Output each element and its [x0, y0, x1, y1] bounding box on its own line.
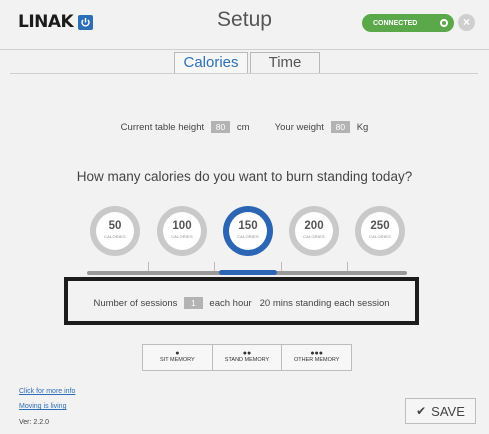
sit-memory-button[interactable]: ● SIT MEMORY: [143, 345, 213, 370]
height-unit: cm: [236, 122, 250, 133]
save-button[interactable]: ✔ SAVE: [405, 398, 476, 424]
slider-tick: [148, 262, 149, 271]
weight-unit: Kg: [356, 122, 369, 133]
stand-memory-button[interactable]: ●● STAND MEMORY: [213, 345, 283, 370]
sessions-row: Number of sessions 1 each hour 20 mins s…: [68, 297, 415, 309]
moving-is-living-link[interactable]: Moving is living: [19, 403, 66, 410]
calorie-unit: CALORIES: [237, 234, 259, 239]
calorie-option-50[interactable]: 50 CALORIES: [90, 206, 140, 256]
sessions-panel: Number of sessions 1 each hour 20 mins s…: [64, 277, 419, 325]
height-input[interactable]: 80: [210, 121, 231, 133]
status-badge-label: CONNECTED: [373, 19, 418, 27]
check-icon: ✔: [416, 404, 427, 418]
other-memory-button[interactable]: ●●● OTHER MEMORY: [282, 345, 351, 370]
slider-tick: [347, 262, 348, 271]
memory-label: STAND MEMORY: [224, 357, 270, 363]
version-label: Ver: 2.2.0: [19, 419, 49, 426]
tab-divider: [10, 73, 478, 74]
calories-question: How many calories do you want to burn st…: [76, 169, 413, 184]
save-label: SAVE: [431, 403, 465, 419]
status-badge: CONNECTED: [362, 14, 454, 32]
tab-time[interactable]: Time: [250, 52, 320, 74]
connected-dot-icon: [440, 19, 448, 27]
close-icon[interactable]: ×: [458, 14, 475, 31]
calorie-unit: CALORIES: [104, 234, 126, 239]
header: LINAK Setup CONNECTED ×: [0, 0, 489, 50]
measurements-row: Current table height 80 cm Your weight 8…: [0, 121, 489, 133]
sessions-detail: 20 mins standing each session: [259, 298, 390, 309]
sessions-label: Number of sessions: [93, 298, 178, 309]
calorie-value: 50: [108, 220, 122, 232]
more-info-link[interactable]: Click for more info: [19, 388, 75, 395]
calorie-unit: CALORIES: [369, 234, 391, 239]
weight-input[interactable]: 80: [330, 121, 351, 133]
weight-label: Your weight: [274, 122, 324, 133]
calorie-option-100[interactable]: 100 CALORIES: [157, 206, 207, 256]
calorie-slider-thumb[interactable]: [219, 270, 277, 275]
slider-tick: [214, 262, 215, 271]
calorie-option-150[interactable]: 150 CALORIES: [223, 206, 273, 256]
sessions-per: each hour: [209, 298, 252, 309]
calorie-option-250[interactable]: 250 CALORIES: [355, 206, 405, 256]
calorie-value: 200: [304, 220, 324, 232]
calorie-unit: CALORIES: [303, 234, 325, 239]
calorie-value: 100: [172, 220, 192, 232]
memory-label: SIT MEMORY: [160, 357, 195, 363]
calorie-option-200[interactable]: 200 CALORIES: [289, 206, 339, 256]
calorie-value: 250: [370, 220, 390, 232]
sessions-input[interactable]: 1: [184, 297, 203, 309]
calorie-unit: CALORIES: [171, 234, 193, 239]
slider-tick: [281, 262, 282, 271]
tab-calories[interactable]: Calories: [174, 52, 248, 74]
memory-button-group: ● SIT MEMORY ●● STAND MEMORY ●●● OTHER M…: [142, 344, 352, 371]
calorie-value: 150: [238, 220, 258, 232]
height-label: Current table height: [120, 122, 205, 133]
memory-label: OTHER MEMORY: [293, 357, 340, 363]
